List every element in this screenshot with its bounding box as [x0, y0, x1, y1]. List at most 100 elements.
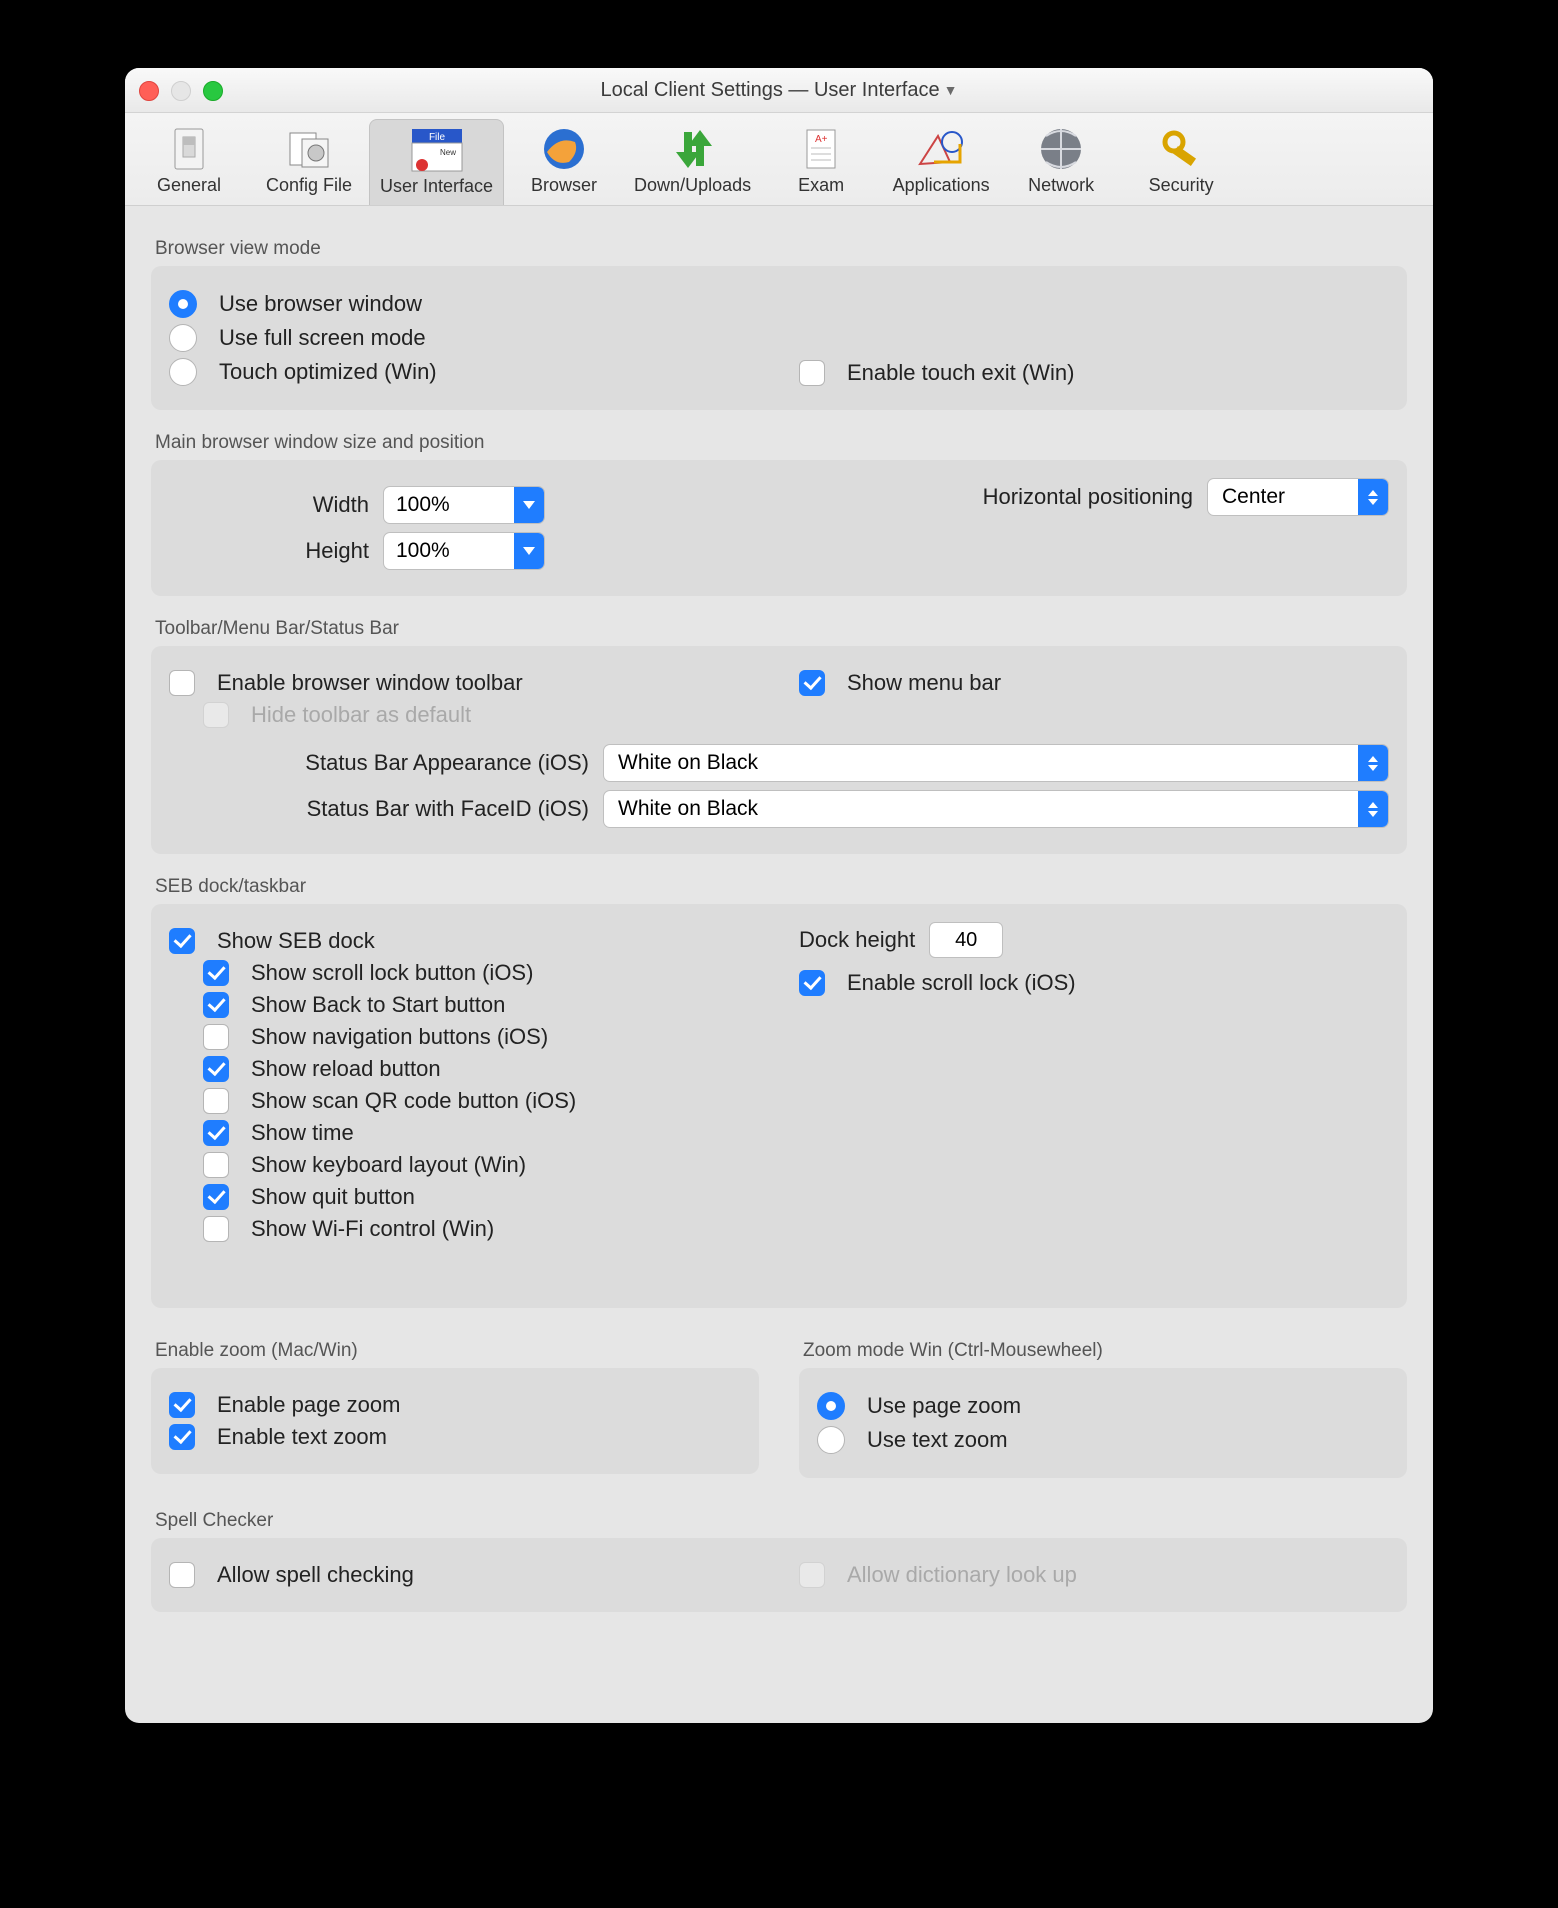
- exam-icon: A+: [794, 125, 848, 173]
- label-allow-dictionary-lookup: Allow dictionary look up: [847, 1562, 1077, 1588]
- label-enable-scroll-lock: Enable scroll lock (iOS): [847, 970, 1076, 996]
- cb-enable-scroll-lock[interactable]: [799, 970, 825, 996]
- popup-hpos-value: Center: [1208, 485, 1358, 509]
- cb-reload-button[interactable]: [203, 1056, 229, 1082]
- label-reload-button: Show reload button: [251, 1056, 441, 1082]
- tab-security[interactable]: Security: [1121, 119, 1241, 205]
- tab-down-uploads-label: Down/Uploads: [634, 175, 751, 196]
- group-dock: Show SEB dock Show scroll lock button (i…: [151, 904, 1407, 1308]
- tab-general[interactable]: General: [129, 119, 249, 205]
- popup-status-bar-faceid[interactable]: White on Black: [603, 790, 1389, 828]
- svg-text:File: File: [428, 132, 445, 143]
- cb-enable-touch-exit[interactable]: [799, 360, 825, 386]
- popup-status-bar-ios[interactable]: White on Black: [603, 744, 1389, 782]
- section-dock: SEB dock/taskbar: [155, 876, 1407, 898]
- content-area: Browser view mode Use browser window Use…: [125, 206, 1433, 1723]
- cb-scroll-lock-button[interactable]: [203, 960, 229, 986]
- label-touch-optimized: Touch optimized (Win): [219, 359, 437, 385]
- zoom-icon[interactable]: [203, 81, 223, 101]
- tab-user-interface-label: User Interface: [380, 176, 493, 197]
- label-horizontal-positioning: Horizontal positioning: [983, 484, 1193, 510]
- network-icon: [1034, 125, 1088, 173]
- label-show-seb-dock: Show SEB dock: [217, 928, 375, 954]
- section-browser-view-mode: Browser view mode: [155, 238, 1407, 260]
- tab-user-interface[interactable]: FileNew User Interface: [369, 119, 504, 205]
- config-file-icon: [282, 125, 336, 173]
- radio-use-full-screen[interactable]: [169, 324, 197, 352]
- applications-icon: [914, 125, 968, 173]
- radio-touch-optimized[interactable]: [169, 358, 197, 386]
- group-spell-checker: Allow spell checking Allow dictionary lo…: [151, 1538, 1407, 1612]
- label-enable-page-zoom: Enable page zoom: [217, 1392, 400, 1418]
- cb-allow-dictionary-lookup: [799, 1562, 825, 1588]
- label-enable-browser-toolbar: Enable browser window toolbar: [217, 670, 523, 696]
- cb-show-seb-dock[interactable]: [169, 928, 195, 954]
- cb-enable-page-zoom[interactable]: [169, 1392, 195, 1418]
- close-icon[interactable]: [139, 81, 159, 101]
- label-scan-qr: Show scan QR code button (iOS): [251, 1088, 576, 1114]
- tab-config-file-label: Config File: [259, 175, 359, 196]
- cb-allow-spell-checking[interactable]: [169, 1562, 195, 1588]
- section-enable-zoom: Enable zoom (Mac/Win): [155, 1340, 759, 1362]
- label-enable-text-zoom: Enable text zoom: [217, 1424, 387, 1450]
- label-show-menu-bar: Show menu bar: [847, 670, 1001, 696]
- updown-icon: [1358, 791, 1388, 827]
- tab-general-label: General: [139, 175, 239, 196]
- label-dock-height: Dock height: [799, 927, 915, 953]
- section-main-window: Main browser window size and position: [155, 432, 1407, 454]
- label-show-time: Show time: [251, 1120, 354, 1146]
- group-main-window: Width 100% Height 100%: [151, 460, 1407, 596]
- label-use-full-screen: Use full screen mode: [219, 325, 426, 351]
- cb-nav-buttons[interactable]: [203, 1024, 229, 1050]
- label-width: Width: [169, 492, 369, 518]
- section-spell-checker: Spell Checker: [155, 1510, 1407, 1532]
- chevron-down-icon: ▼: [944, 82, 958, 98]
- cb-quit-button[interactable]: [203, 1184, 229, 1210]
- updown-icon: [1358, 745, 1388, 781]
- group-zoom-mode: Use page zoom Use text zoom: [799, 1368, 1407, 1478]
- cb-back-to-start[interactable]: [203, 992, 229, 1018]
- tab-network[interactable]: Network: [1001, 119, 1121, 205]
- chevron-down-icon: [514, 487, 544, 523]
- minimize-icon: [171, 81, 191, 101]
- tab-exam[interactable]: A+ Exam: [761, 119, 881, 205]
- section-toolbar: Toolbar/Menu Bar/Status Bar: [155, 618, 1407, 640]
- tab-down-uploads[interactable]: Down/Uploads: [624, 119, 761, 205]
- group-browser-view-mode: Use browser window Use full screen mode …: [151, 266, 1407, 410]
- cb-show-menu-bar[interactable]: [799, 670, 825, 696]
- combo-width[interactable]: 100%: [383, 486, 545, 524]
- label-status-bar-faceid: Status Bar with FaceID (iOS): [169, 796, 589, 822]
- cb-scan-qr[interactable]: [203, 1088, 229, 1114]
- browser-icon: [537, 125, 591, 173]
- combo-height[interactable]: 100%: [383, 532, 545, 570]
- field-dock-height[interactable]: 40: [929, 922, 1003, 958]
- tab-browser[interactable]: Browser: [504, 119, 624, 205]
- label-quit-button: Show quit button: [251, 1184, 415, 1210]
- popup-horizontal-positioning[interactable]: Center: [1207, 478, 1389, 516]
- cb-keyboard-layout[interactable]: [203, 1152, 229, 1178]
- tab-applications-label: Applications: [891, 175, 991, 196]
- tab-exam-label: Exam: [771, 175, 871, 196]
- cb-wifi-control[interactable]: [203, 1216, 229, 1242]
- toolbar: General Config File FileNew User Interfa…: [125, 113, 1433, 206]
- label-use-page-zoom: Use page zoom: [867, 1393, 1021, 1419]
- tab-applications[interactable]: Applications: [881, 119, 1001, 205]
- updown-icon: [1358, 479, 1388, 515]
- popup-status-bar-ios-value: White on Black: [604, 751, 1358, 775]
- window-title-text: Local Client Settings — User Interface: [601, 79, 940, 102]
- popup-status-bar-faceid-value: White on Black: [604, 797, 1358, 821]
- radio-use-browser-window[interactable]: [169, 290, 197, 318]
- user-interface-icon: FileNew: [410, 126, 464, 174]
- tab-security-label: Security: [1131, 175, 1231, 196]
- cb-enable-text-zoom[interactable]: [169, 1424, 195, 1450]
- radio-use-page-zoom[interactable]: [817, 1392, 845, 1420]
- radio-use-text-zoom[interactable]: [817, 1426, 845, 1454]
- tab-config-file[interactable]: Config File: [249, 119, 369, 205]
- cb-enable-browser-toolbar[interactable]: [169, 670, 195, 696]
- label-height: Height: [169, 538, 369, 564]
- window-title[interactable]: Local Client Settings — User Interface ▼: [139, 79, 1419, 102]
- cb-show-time[interactable]: [203, 1120, 229, 1146]
- general-icon: [162, 125, 216, 173]
- label-nav-buttons: Show navigation buttons (iOS): [251, 1024, 548, 1050]
- titlebar: Local Client Settings — User Interface ▼: [125, 68, 1433, 113]
